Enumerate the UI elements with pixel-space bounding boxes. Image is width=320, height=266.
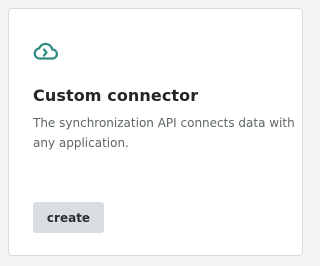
card-description: The synchronization API connects data wi… — [33, 116, 295, 150]
connector-card: Custom connector The synchronization API… — [8, 8, 303, 256]
cloud-sync-icon — [33, 38, 59, 62]
card-title: Custom connector — [33, 86, 199, 105]
create-button[interactable]: create — [33, 202, 104, 233]
